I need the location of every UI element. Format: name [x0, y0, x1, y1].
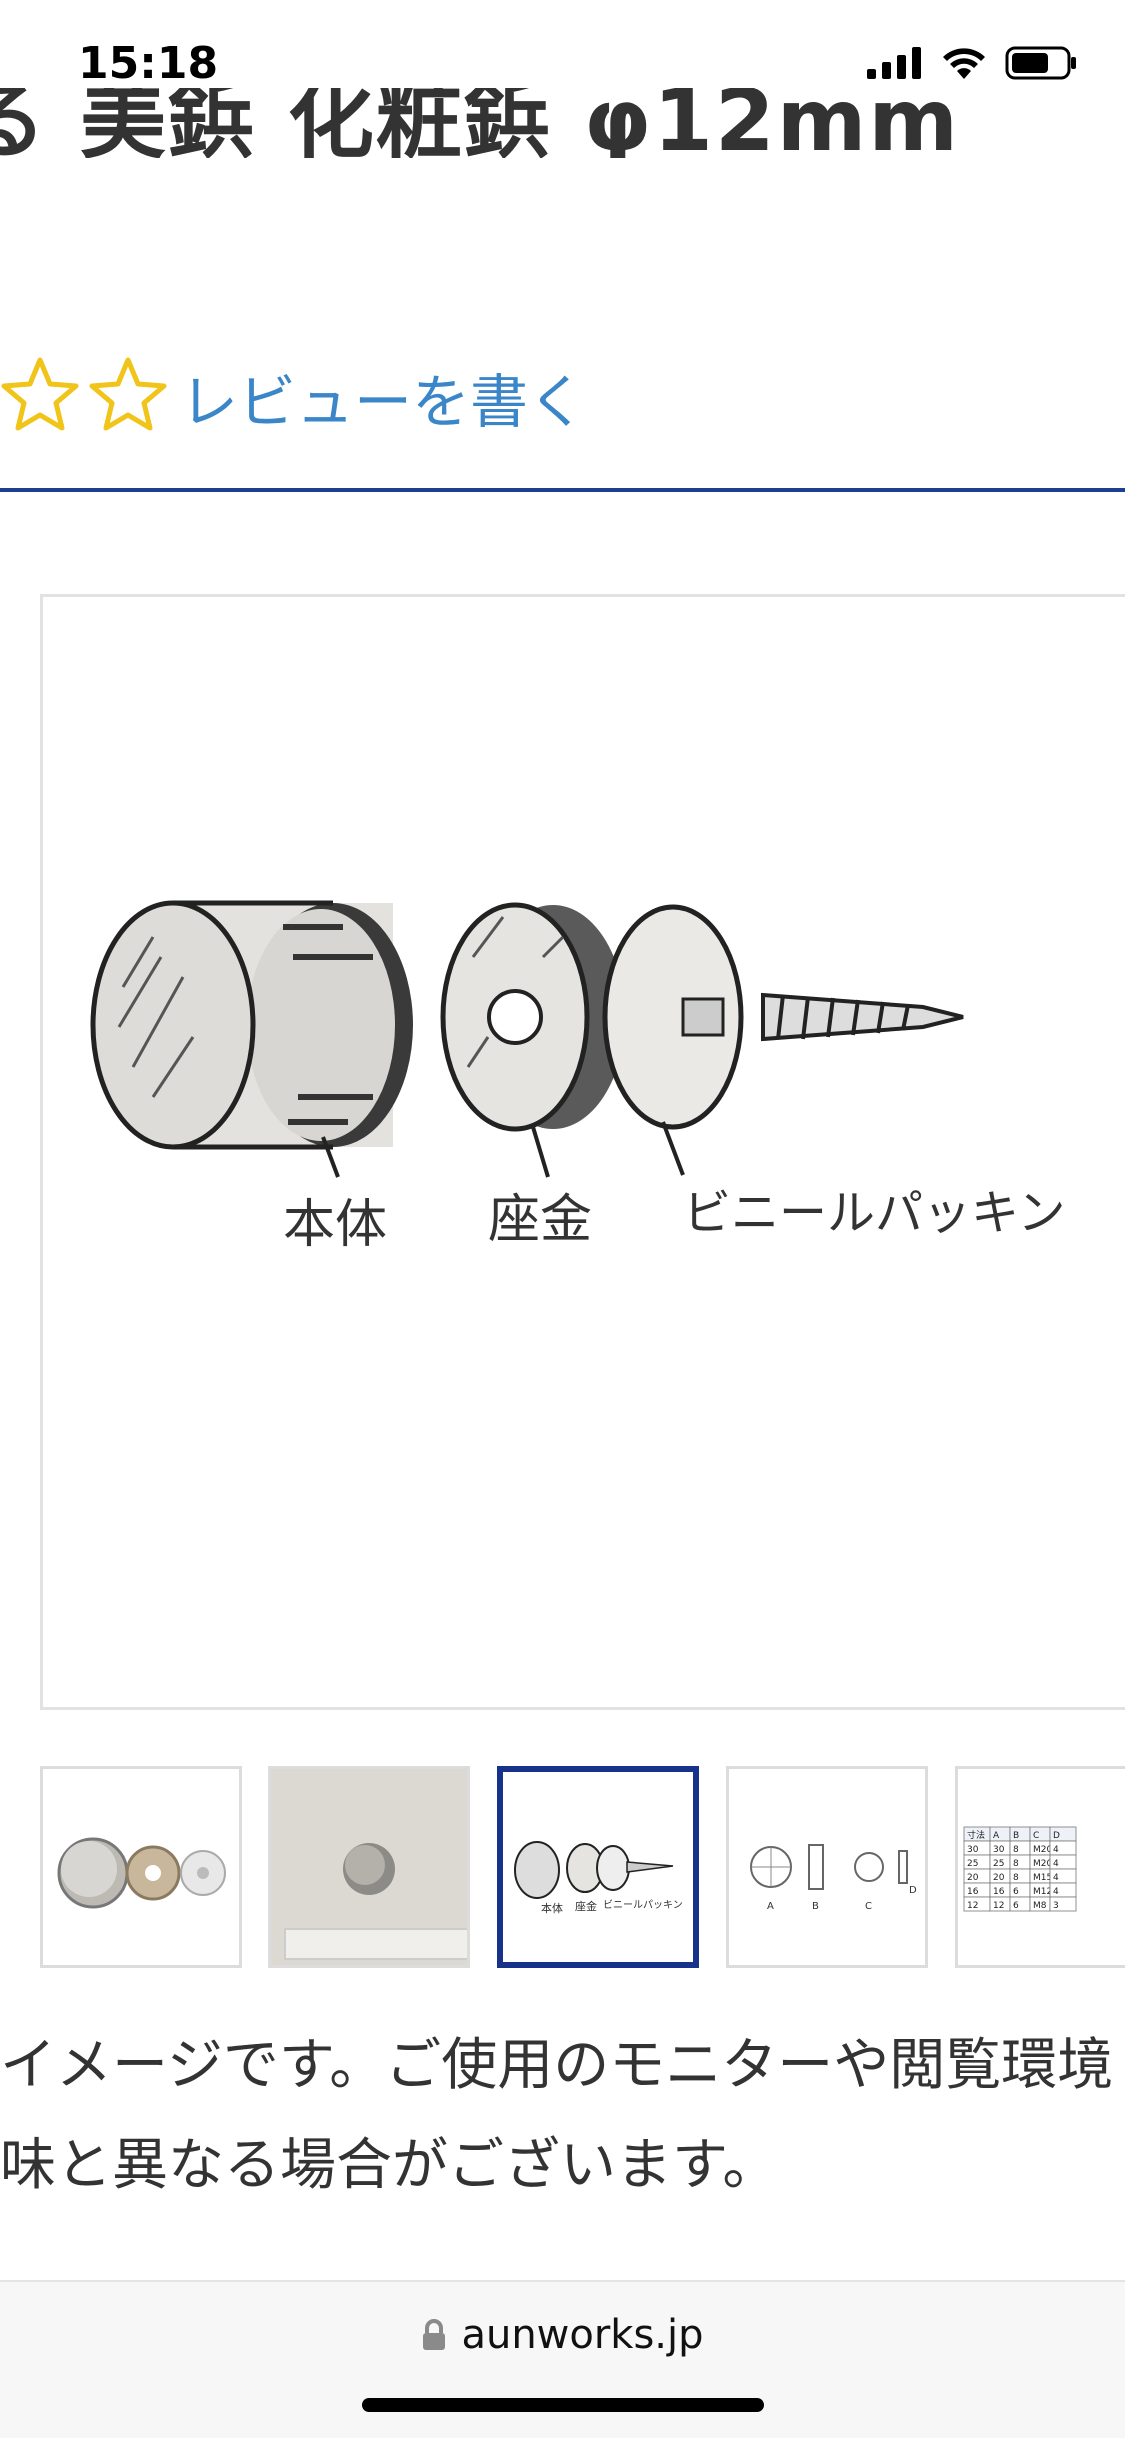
thumb-dim-a: A [767, 1901, 774, 1912]
vinyl-packing-drawing [602, 904, 744, 1130]
spec-cell-text: C [1033, 1831, 1039, 1841]
spec-cell-text: 4 [1053, 1859, 1059, 1869]
label-body: 本体 [283, 1195, 387, 1255]
thumbnail-4[interactable]: A B C D [726, 1766, 928, 1968]
browser-bottom-bar [0, 2280, 1125, 2438]
spec-cell-text: M15 [1033, 1873, 1052, 1883]
spec-cell-text: 20 [993, 1873, 1005, 1883]
status-icons [867, 46, 1077, 80]
spec-cell-text: 12 [967, 1901, 978, 1911]
thumbnail-2[interactable] [268, 1766, 470, 1968]
wifi-icon [943, 48, 985, 79]
lock-icon [423, 2319, 446, 2350]
thumbnail-mounted-photo [271, 1769, 467, 1965]
exploded-diagram-illustration: 本体 座金 ビニールパッキン [90, 900, 1066, 1255]
screw-drawing [761, 992, 964, 1042]
thumbnail-diagram: 本体 座金 ビニールパッキン [514, 1841, 683, 1915]
thumbnail-1[interactable] [40, 1766, 242, 1968]
thumbnail-spec-table: 寸法 A B C D30 30 8 M20 425 25 8 M20 420 20 8 M15 416 16 6 M1… [963, 1826, 1077, 1912]
spec-cell-text: 12 [993, 1901, 1004, 1911]
spec-cell-text: 寸法 [967, 1829, 985, 1841]
section-divider [0, 488, 1125, 492]
star-outline-icon [89, 357, 167, 431]
address-bar[interactable]: aunworks.jp [0, 2312, 1125, 2358]
spec-cell-text: 4 [1053, 1873, 1059, 1883]
disclaimer-line-2: 味と異なる場合がございます。 [0, 2133, 779, 2198]
thumb-dim-d: D [909, 1885, 917, 1896]
spec-cell-text: 25 [993, 1859, 1004, 1869]
washer-drawing [440, 902, 625, 1132]
rating-stars[interactable] [0, 356, 168, 432]
spec-cell-text: M20 [1033, 1845, 1052, 1855]
thumb-label-body: 本体 [541, 1901, 563, 1915]
spec-cell-text: 8 [1013, 1859, 1019, 1869]
product-title-strip: る 美鋲 化粧鋲 φ12mm [0, 88, 1125, 158]
label-washer: 座金 [488, 1190, 592, 1250]
spec-cell-text: 30 [993, 1845, 1005, 1855]
spec-cell-text: M8 [1033, 1901, 1047, 1911]
spec-cell-text: 16 [993, 1887, 1005, 1897]
thumb-dim-b: B [812, 1901, 819, 1912]
spec-cell-text: 8 [1013, 1845, 1019, 1855]
thumb-label-washer: 座金 [575, 1899, 597, 1913]
image-disclaimer: イメージです。ご使用のモニターや閲覧環境 味と異なる場合がございます。 [0, 2016, 1113, 2216]
spec-cell-text: B [1013, 1831, 1019, 1841]
status-time: 15:18 [78, 38, 219, 89]
spec-cell-text: 16 [967, 1887, 979, 1897]
spec-cell-text: 6 [1013, 1901, 1019, 1911]
disclaimer-line-1: イメージです。ご使用のモニターや閲覧環境 [0, 2033, 1114, 2098]
spec-cell-text: D [1053, 1831, 1060, 1841]
thumbnail-3-selected[interactable]: 本体 座金 ビニールパッキン [497, 1766, 699, 1968]
spec-cell-text: A [993, 1831, 1000, 1841]
battery-icon [1005, 46, 1076, 80]
main-product-image[interactable]: 本体 座金 ビニールパッキン [40, 594, 1125, 1710]
url-text: aunworks.jp [461, 2312, 704, 2358]
star-outline-icon [1, 357, 79, 431]
write-review-link[interactable]: レビューを書く [180, 355, 586, 439]
thumbnail-parts-photo [57, 1837, 226, 1909]
thumbnail-5[interactable]: 寸法 A B C D 30 30 8 M20 4 25 25 8 M20 4 20 20 8 M15 4 16 16 6 M1… [955, 1766, 1125, 1968]
spec-cell-text: 30 [967, 1845, 979, 1855]
label-vinyl-packing: ビニールパッキン [683, 1185, 1066, 1241]
thumb-label-packing: ビニールパッキン [603, 1899, 683, 1911]
product-title: る 美鋲 化粧鋲 φ12mm [0, 88, 960, 158]
spec-cell-text: 8 [1013, 1873, 1019, 1883]
home-indicator[interactable] [362, 2398, 764, 2412]
spec-cell-text: 20 [967, 1873, 979, 1883]
spec-cell-text: 3 [1053, 1901, 1059, 1911]
spec-cell-text: 4 [1053, 1887, 1059, 1897]
spec-cell-text: 4 [1053, 1845, 1059, 1855]
spec-cell-text: 6 [1013, 1887, 1019, 1897]
thumb-dim-c: C [865, 1901, 872, 1912]
spec-cell-text: M12 [1033, 1887, 1052, 1897]
spec-cell-text: M20 [1033, 1859, 1052, 1869]
cap-body-drawing [90, 900, 413, 1150]
spec-cell-text: 25 [967, 1859, 978, 1869]
thumbnail-dimensions-drawing: A B C D [750, 1844, 917, 1912]
cellular-signal-icon [867, 47, 921, 79]
